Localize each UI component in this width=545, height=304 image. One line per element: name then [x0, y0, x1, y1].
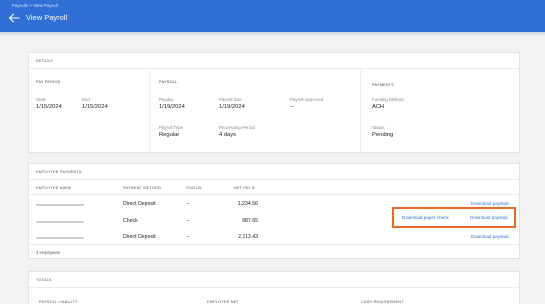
pay-period-panel: PAY PERIOD Start 1/15/2024 End 1/15/2024 [29, 70, 150, 152]
payroll-approved-label: Payroll Approved [290, 97, 324, 102]
totals-col-payroll-liability: PAYROLL LIABILITY [39, 300, 78, 304]
header-divider [29, 194, 521, 195]
payroll-title: PAYROLL [159, 80, 178, 84]
totals-col-employee-net: EMPLOYEE NET [207, 300, 239, 304]
funding-method-label: Funding Method [372, 97, 404, 102]
start-label: Start [36, 97, 46, 102]
net-pay: 987.65 [242, 218, 258, 224]
end-label: End [82, 97, 90, 102]
payment-status: -- [186, 234, 190, 240]
details-card: DETAILS PAY PERIOD Start 1/15/2024 End 1… [28, 52, 520, 153]
col-payment-method: PAYMENT METHOD [123, 186, 162, 190]
payroll-type-value: Regular [159, 132, 180, 138]
employee-payments-card: EMPLOYEE PAYMENTS EMPLOYEE NAME PAYMENT … [28, 163, 521, 259]
payments-panel: PAYMENTS Funding Method ACH Status Pendi… [361, 70, 521, 152]
highlight-box [392, 207, 516, 228]
col-employee-name: EMPLOYEE NAME [36, 186, 72, 190]
header-shadow [0, 32, 545, 36]
payday-label: Payday [159, 97, 174, 102]
payment-status: -- [186, 218, 190, 224]
net-pay: 1,234.56 [237, 201, 258, 207]
page-title: View Payroll [26, 13, 68, 22]
payment-method: Direct Deposit [123, 234, 156, 240]
status-label: Status [372, 125, 385, 130]
end-value: 1/15/2024 [82, 104, 108, 110]
col-status: STATUS [186, 186, 202, 190]
payroll-type-label: Payroll Type [159, 125, 184, 130]
start-value: 1/15/2024 [36, 104, 62, 110]
net-pay: 2,113.43 [238, 234, 258, 240]
funding-method-value: ACH [372, 104, 385, 110]
employee-payments-heading: EMPLOYEE PAYMENTS [29, 164, 519, 180]
download-paystub-link[interactable]: Download paystub [471, 234, 509, 239]
breadcrumb[interactable]: Payrolls > View Payroll [12, 3, 58, 8]
payroll-approved-value: -- [290, 104, 294, 110]
status-value: Pending [372, 132, 394, 138]
employee-count: 3 employees [36, 250, 60, 255]
processing-period-value: 4 days [219, 132, 237, 138]
app-header: Payrolls > View Payroll View Payroll [0, 0, 545, 32]
totals-heading: TOTALS [29, 272, 519, 288]
payroll-due-label: Payroll Due [219, 97, 242, 102]
col-net-pay: NET PAY $ [234, 186, 255, 190]
details-heading: DETAILS [29, 53, 519, 69]
payment-method: Check [123, 218, 138, 224]
totals-col-cash-requirement: CASH REQUIREMENT [361, 300, 404, 304]
employee-name-redacted [36, 237, 84, 239]
download-paystub-link[interactable]: Download paystub [471, 201, 509, 206]
footer-divider [29, 244, 521, 245]
payment-method: Direct Deposit [123, 201, 156, 207]
totals-card: TOTALS PAYROLL LIABILITY EMPLOYEE NET CA… [28, 271, 520, 304]
processing-period-label: Processing Period [219, 125, 255, 130]
employee-name-redacted [36, 204, 84, 206]
payroll-due-value: 1/19/2024 [219, 104, 245, 110]
payday-value: 1/19/2024 [159, 104, 185, 110]
payment-status: -- [186, 201, 190, 207]
payroll-panel: PAYROLL Payday 1/19/2024 Payroll Due 1/1… [150, 70, 361, 152]
pay-period-title: PAY PERIOD [36, 80, 61, 84]
payments-title: PAYMENTS [372, 83, 394, 87]
back-arrow-icon[interactable] [8, 13, 20, 23]
employee-name-redacted [36, 221, 84, 223]
